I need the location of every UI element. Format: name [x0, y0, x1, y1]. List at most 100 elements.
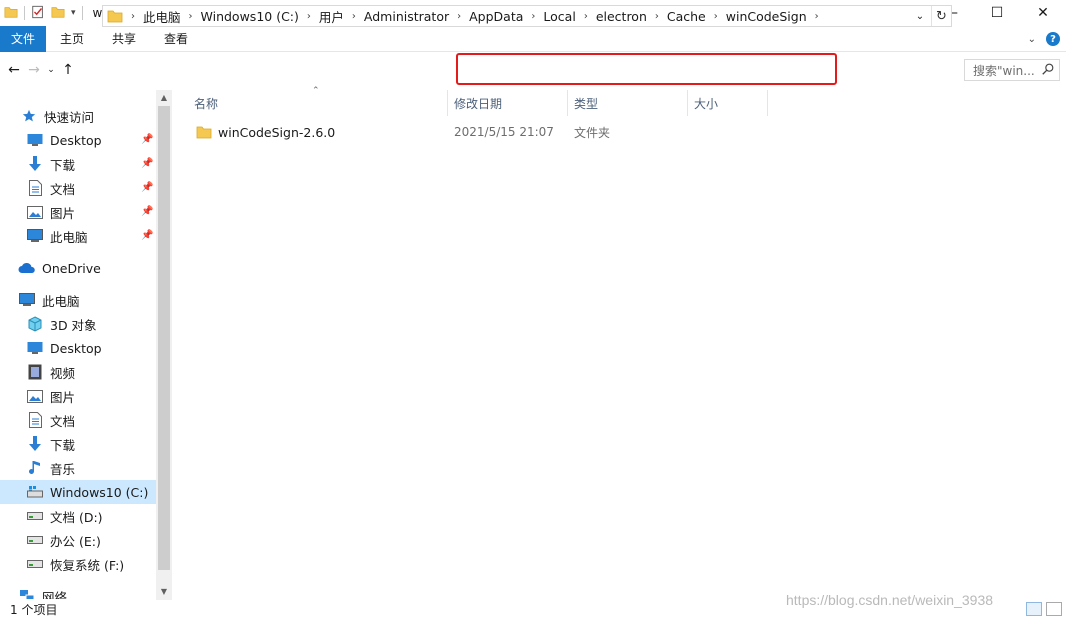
- up-button[interactable]: ↑: [58, 58, 78, 82]
- scroll-up-icon[interactable]: ▲: [156, 90, 172, 104]
- pin-icon[interactable]: 📌: [141, 206, 153, 217]
- new-folder-icon[interactable]: [51, 5, 65, 22]
- windows-drive-icon: [26, 484, 44, 500]
- nav-label: 文档: [50, 181, 76, 197]
- nav-quick-access[interactable]: 快速访问: [20, 104, 94, 128]
- crumb-local[interactable]: Local: [543, 6, 575, 26]
- crumb-electron[interactable]: electron: [596, 6, 647, 26]
- nav-videos[interactable]: 视频: [26, 360, 75, 384]
- nav-onedrive[interactable]: OneDrive: [18, 256, 101, 280]
- forward-button[interactable]: →: [24, 58, 44, 82]
- picture-icon: [26, 388, 44, 404]
- chevron-right-icon[interactable]: ›: [181, 11, 201, 22]
- pin-icon[interactable]: 📌: [141, 230, 153, 241]
- expand-ribbon-icon[interactable]: ⌄: [1028, 34, 1036, 45]
- crumb-users[interactable]: 用户: [319, 6, 344, 26]
- tab-file[interactable]: 文件: [0, 25, 46, 52]
- details-view-icon[interactable]: [1026, 602, 1042, 616]
- folder-icon: [196, 124, 212, 140]
- watermark: https://blog.csdn.net/weixin_3938: [786, 592, 994, 608]
- address-dropdown-button[interactable]: ⌄: [911, 6, 929, 26]
- chevron-right-icon[interactable]: ›: [344, 11, 364, 22]
- customize-toolbar-icon[interactable]: ▾: [71, 8, 76, 18]
- pin-icon[interactable]: 📌: [141, 134, 153, 145]
- cloud-icon: [18, 260, 36, 276]
- file-row[interactable]: winCodeSign-2.6.0 2021/5/15 21:07 文件夹: [188, 120, 768, 144]
- nav-downloads[interactable]: 下载: [26, 432, 75, 456]
- column-header-size[interactable]: 大小: [688, 90, 768, 116]
- nav-label: 下载: [50, 157, 76, 173]
- maximize-button[interactable]: ☐: [974, 0, 1020, 26]
- crumb-this-pc[interactable]: 此电脑: [143, 6, 181, 26]
- close-button[interactable]: ✕: [1020, 0, 1066, 26]
- crumb-appdata[interactable]: AppData: [469, 6, 523, 26]
- scroll-down-icon[interactable]: ▼: [156, 584, 172, 598]
- tab-view[interactable]: 查看: [150, 26, 202, 52]
- network-icon: [18, 588, 36, 599]
- computer-icon: [18, 292, 36, 308]
- help-icon[interactable]: ?: [1046, 32, 1060, 46]
- download-icon: [26, 156, 44, 172]
- document-icon: [26, 412, 44, 428]
- crumb-cache[interactable]: Cache: [667, 6, 706, 26]
- nav-label: 下载: [50, 437, 76, 453]
- folder-icon: [107, 8, 123, 24]
- drive-icon: [26, 508, 44, 524]
- nav-pictures[interactable]: 图片: [26, 384, 75, 408]
- nav-label: 音乐: [50, 461, 76, 477]
- crumb-drive-c[interactable]: Windows10 (C:): [201, 6, 299, 26]
- search-icon: [1041, 62, 1055, 79]
- tab-share[interactable]: 共享: [98, 26, 150, 52]
- column-header-name[interactable]: 名称: [188, 90, 448, 116]
- refresh-button[interactable]: ↻: [931, 6, 951, 26]
- nav-scrollbar-thumb[interactable]: [158, 106, 170, 570]
- chevron-right-icon[interactable]: ›: [449, 11, 469, 22]
- nav-quick-this-pc[interactable]: 此电脑: [26, 224, 88, 248]
- desktop-icon: [26, 132, 44, 148]
- chevron-right-icon[interactable]: ›: [647, 11, 667, 22]
- recent-locations-button[interactable]: ⌄: [44, 58, 58, 82]
- chevron-right-icon[interactable]: ›: [299, 11, 319, 22]
- column-header-date[interactable]: 修改日期: [448, 90, 568, 116]
- nav-3d-objects[interactable]: 3D 对象: [26, 312, 97, 336]
- tab-home[interactable]: 主页: [46, 26, 98, 52]
- file-name-cell[interactable]: winCodeSign-2.6.0: [188, 124, 448, 140]
- search-input[interactable]: 搜索"win...: [964, 59, 1060, 81]
- nav-drive-c[interactable]: Windows10 (C:): [0, 480, 156, 504]
- pin-icon[interactable]: 📌: [141, 182, 153, 193]
- download-icon: [26, 436, 44, 452]
- chevron-right-icon[interactable]: ›: [706, 11, 726, 22]
- pin-icon[interactable]: 📌: [141, 158, 153, 169]
- nav-label: 3D 对象: [50, 317, 97, 333]
- crumb-administrator[interactable]: Administrator: [364, 6, 449, 26]
- large-icons-view-icon[interactable]: [1046, 602, 1062, 616]
- crumb-wincodesign[interactable]: winCodeSign: [726, 6, 807, 26]
- nav-quick-pictures[interactable]: 图片: [26, 200, 75, 224]
- properties-icon[interactable]: [31, 5, 45, 22]
- chevron-right-icon[interactable]: ›: [523, 11, 543, 22]
- nav-quick-documents[interactable]: 文档: [26, 176, 75, 200]
- nav-documents[interactable]: 文档: [26, 408, 75, 432]
- drive-icon: [26, 532, 44, 548]
- column-header-type[interactable]: 类型: [568, 90, 688, 116]
- nav-network[interactable]: 网络: [18, 584, 67, 599]
- nav-drive-d[interactable]: 文档 (D:): [26, 504, 103, 528]
- nav-label: 文档: [50, 413, 76, 429]
- nav-drive-e[interactable]: 办公 (E:): [26, 528, 101, 552]
- nav-this-pc[interactable]: 此电脑: [18, 288, 80, 312]
- back-button[interactable]: ←: [4, 58, 24, 82]
- nav-drive-f[interactable]: 恢复系统 (F:): [26, 552, 124, 576]
- music-icon: [26, 460, 44, 476]
- nav-label: Desktop: [50, 340, 102, 356]
- nav-quick-desktop[interactable]: Desktop: [26, 128, 102, 152]
- address-bar[interactable]: › 此电脑 › Windows10 (C:) › 用户 › Administra…: [102, 5, 952, 27]
- nav-label: 图片: [50, 205, 76, 221]
- nav-quick-downloads[interactable]: 下载: [26, 152, 75, 176]
- nav-music[interactable]: 音乐: [26, 456, 75, 480]
- nav-desktop[interactable]: Desktop: [26, 336, 102, 360]
- star-icon: [20, 108, 38, 124]
- chevron-right-icon[interactable]: ›: [576, 11, 596, 22]
- chevron-right-icon[interactable]: ›: [807, 11, 827, 22]
- document-icon: [26, 180, 44, 196]
- chevron-right-icon[interactable]: ›: [123, 11, 143, 22]
